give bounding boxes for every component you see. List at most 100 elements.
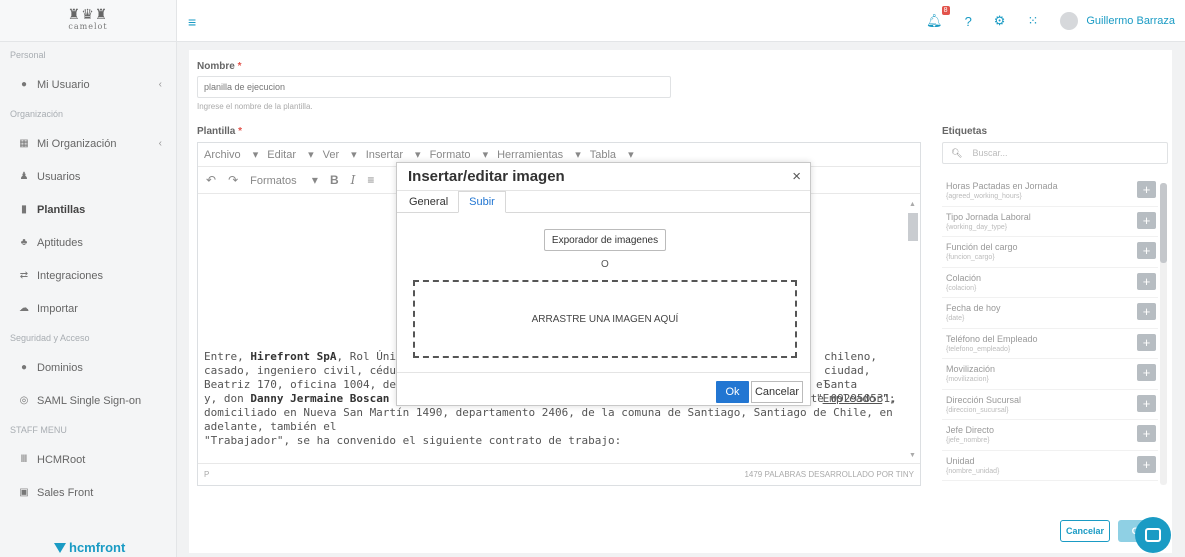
file-icon: ▮ [21, 204, 27, 215]
insert-image-dialog: Insertar/editar imagen × General Subir E… [396, 162, 811, 406]
sidebar-item-mi-organizacion[interactable]: ▦ Mi Organización ‹ [0, 127, 176, 160]
section-label-seguridad: Seguridad y Acceso [10, 333, 90, 343]
add-tag-button[interactable]: + [1137, 211, 1156, 229]
cancel-button[interactable]: Cancelar [1060, 520, 1110, 542]
circle-icon: ● [20, 362, 28, 373]
sidebar: ♜♛♜ camelot Personal ● Mi Usuario ‹ Organ… [0, 0, 177, 557]
dialog-title: Insertar/editar imagen × [397, 163, 810, 191]
sidebar-item-label: SAML Single Sign-on [37, 394, 142, 407]
add-tag-button[interactable]: + [1137, 181, 1156, 198]
dialog-tabs: General Subir [397, 191, 810, 213]
add-tag-button[interactable]: + [1137, 242, 1156, 259]
sidebar-item-dominios[interactable]: ● Dominios [0, 351, 176, 384]
undo-icon[interactable]: ↶ [206, 173, 216, 187]
sidebar-item-hcmroot[interactable]: Ⅲ HCMRoot [0, 443, 176, 476]
menu-insertar[interactable]: Insertar ▾ [366, 148, 421, 161]
editor-statusbar: P 1479 PALABRAS DESARROLLADO POR TINY [198, 463, 920, 485]
building-icon: ▦ [19, 138, 29, 149]
image-explorer-button[interactable]: Exporador de imagenes [544, 229, 666, 251]
hcmfront-mark-icon [54, 542, 66, 553]
exchange-icon: ⇄ [19, 270, 29, 281]
tag-item: Fecha de hoy {date} + [942, 298, 1158, 329]
avatar[interactable] [1060, 12, 1079, 30]
add-tag-button[interactable]: + [1137, 303, 1156, 320]
sidebar-item-mi-usuario[interactable]: ● Mi Usuario ‹ [0, 68, 176, 101]
tag-item: Horas Pactadas en Jornada {agreed_working… [942, 176, 1158, 207]
chevron-left-icon: ‹ [158, 79, 162, 90]
sidebar-item-label: Plantillas [37, 203, 86, 216]
menu-tabla[interactable]: Tabla ▾ [590, 148, 634, 161]
sidebar-item-plantillas[interactable]: ▮ Plantillas [0, 193, 176, 226]
element-path[interactable]: P [204, 470, 209, 479]
tags-label: Etiquetas [942, 126, 988, 137]
camelot-crest: ♜♛♜ camelot [67, 6, 109, 31]
sidebar-item-label: Aptitudes [37, 236, 83, 249]
tag-search-input[interactable]: 🔍︎ Buscar... [942, 142, 1168, 164]
tag-item: Unidad {nombre_unidad} + [942, 451, 1158, 481]
tag-item: Movilización {movilizacion} + [942, 359, 1158, 390]
sidebar-item-sales-front[interactable]: ▣ Sales Front [0, 476, 176, 509]
align-left-icon[interactable]: ≡ [367, 173, 374, 187]
scroll-up-icon[interactable]: ▲ [909, 201, 916, 208]
scrollbar-thumb[interactable] [908, 213, 918, 241]
gear-icon[interactable]: ⚙ [994, 13, 1006, 29]
tag-item: Teléfono del Empleado {telefono_empleado}… [942, 329, 1158, 359]
sidebar-item-label: HCMRoot [37, 453, 86, 466]
chat-launcher-button[interactable] [1135, 517, 1171, 553]
add-tag-button[interactable]: + [1137, 333, 1156, 351]
shield-icon: ◎ [19, 395, 29, 406]
menu-herramientas[interactable]: Herramientas ▾ [497, 148, 581, 161]
editor-scrollbar[interactable]: ▲ ▼ [908, 199, 918, 459]
name-label: Nombre * [197, 61, 242, 72]
add-tag-button[interactable]: + [1137, 455, 1156, 473]
ok-button[interactable]: Ok [716, 381, 749, 403]
sidebar-item-label: Sales Front [37, 486, 94, 499]
sidebar-item-importar[interactable]: ☁ Importar [0, 292, 176, 325]
redo-icon[interactable]: ↷ [228, 173, 238, 187]
hcmfront-wordmark: hcmfront [69, 540, 126, 555]
close-icon[interactable]: × [792, 168, 801, 185]
dialog-cancel-button[interactable]: Cancelar [751, 381, 803, 403]
tag-list-scrollbar[interactable] [1160, 183, 1167, 485]
menu-formato[interactable]: Formato ▾ [430, 148, 489, 161]
hamburger-menu-icon[interactable]: ≡ [188, 14, 196, 30]
topbar-actions: 🔔︎ 8 ? ⚙ ⁙ Guillermo Barraza [904, 0, 1175, 42]
italic-icon[interactable]: I [351, 173, 356, 187]
menu-editar[interactable]: Editar ▾ [267, 148, 313, 161]
sitemap-icon: ♣ [20, 237, 28, 248]
sidebar-item-label: Dominios [37, 361, 83, 374]
add-tag-button[interactable]: + [1137, 394, 1156, 412]
add-tag-button[interactable]: + [1137, 425, 1156, 442]
apps-grid-icon[interactable]: ⁙ [1027, 13, 1038, 29]
logo[interactable]: ♜♛♜ camelot [0, 0, 176, 42]
sidebar-item-saml[interactable]: ◎ SAML Single Sign-on [0, 384, 176, 417]
add-tag-button[interactable]: + [1137, 272, 1156, 290]
help-icon[interactable]: ? [965, 14, 972, 29]
menu-ver[interactable]: Ver ▾ [323, 148, 357, 161]
section-label-organizacion: Organización [10, 109, 64, 119]
name-help-text: Ingrese el nombre de la plantilla. [197, 102, 313, 111]
tab-subir[interactable]: Subir [458, 191, 506, 213]
scroll-down-icon[interactable]: ▼ [909, 452, 916, 459]
template-label: Plantilla * [197, 126, 243, 137]
name-input[interactable]: planilla de ejecucion [197, 76, 671, 98]
chevron-left-icon: ‹ [158, 138, 162, 149]
sidebar-item-aptitudes[interactable]: ♣ Aptitudes [0, 226, 176, 259]
notifications-bell-icon[interactable]: 🔔︎ 8 [926, 6, 950, 29]
image-dropzone[interactable]: ARRASTRE UNA IMAGEN AQUÍ [413, 280, 797, 358]
tag-item: Jefe Directo {jefe_nombre} + [942, 420, 1158, 451]
sidebar-item-integraciones[interactable]: ⇄ Integraciones [0, 259, 176, 292]
formats-dropdown[interactable]: Formatos ▾ [250, 173, 318, 187]
sidebar-item-usuarios[interactable]: ♟ Usuarios [0, 160, 176, 193]
add-tag-button[interactable]: + [1137, 364, 1156, 381]
sidebar-item-label: Integraciones [37, 269, 104, 282]
menu-archivo[interactable]: Archivo ▾ [204, 148, 258, 161]
user-name[interactable]: Guillermo Barraza [1086, 15, 1175, 27]
scrollbar-thumb[interactable] [1160, 183, 1167, 263]
bold-icon[interactable]: B [330, 173, 339, 187]
tag-item: Dirección Sucursal {direccion_sucursal} + [942, 390, 1158, 420]
tag-item: Colación {colacion} + [942, 268, 1158, 298]
topbar: ≡ 🔔︎ 8 ? ⚙ ⁙ Guillermo Barraza [177, 0, 1185, 42]
tab-general[interactable]: General [399, 191, 458, 212]
sidebar-item-label: Mi Organización [37, 137, 117, 150]
